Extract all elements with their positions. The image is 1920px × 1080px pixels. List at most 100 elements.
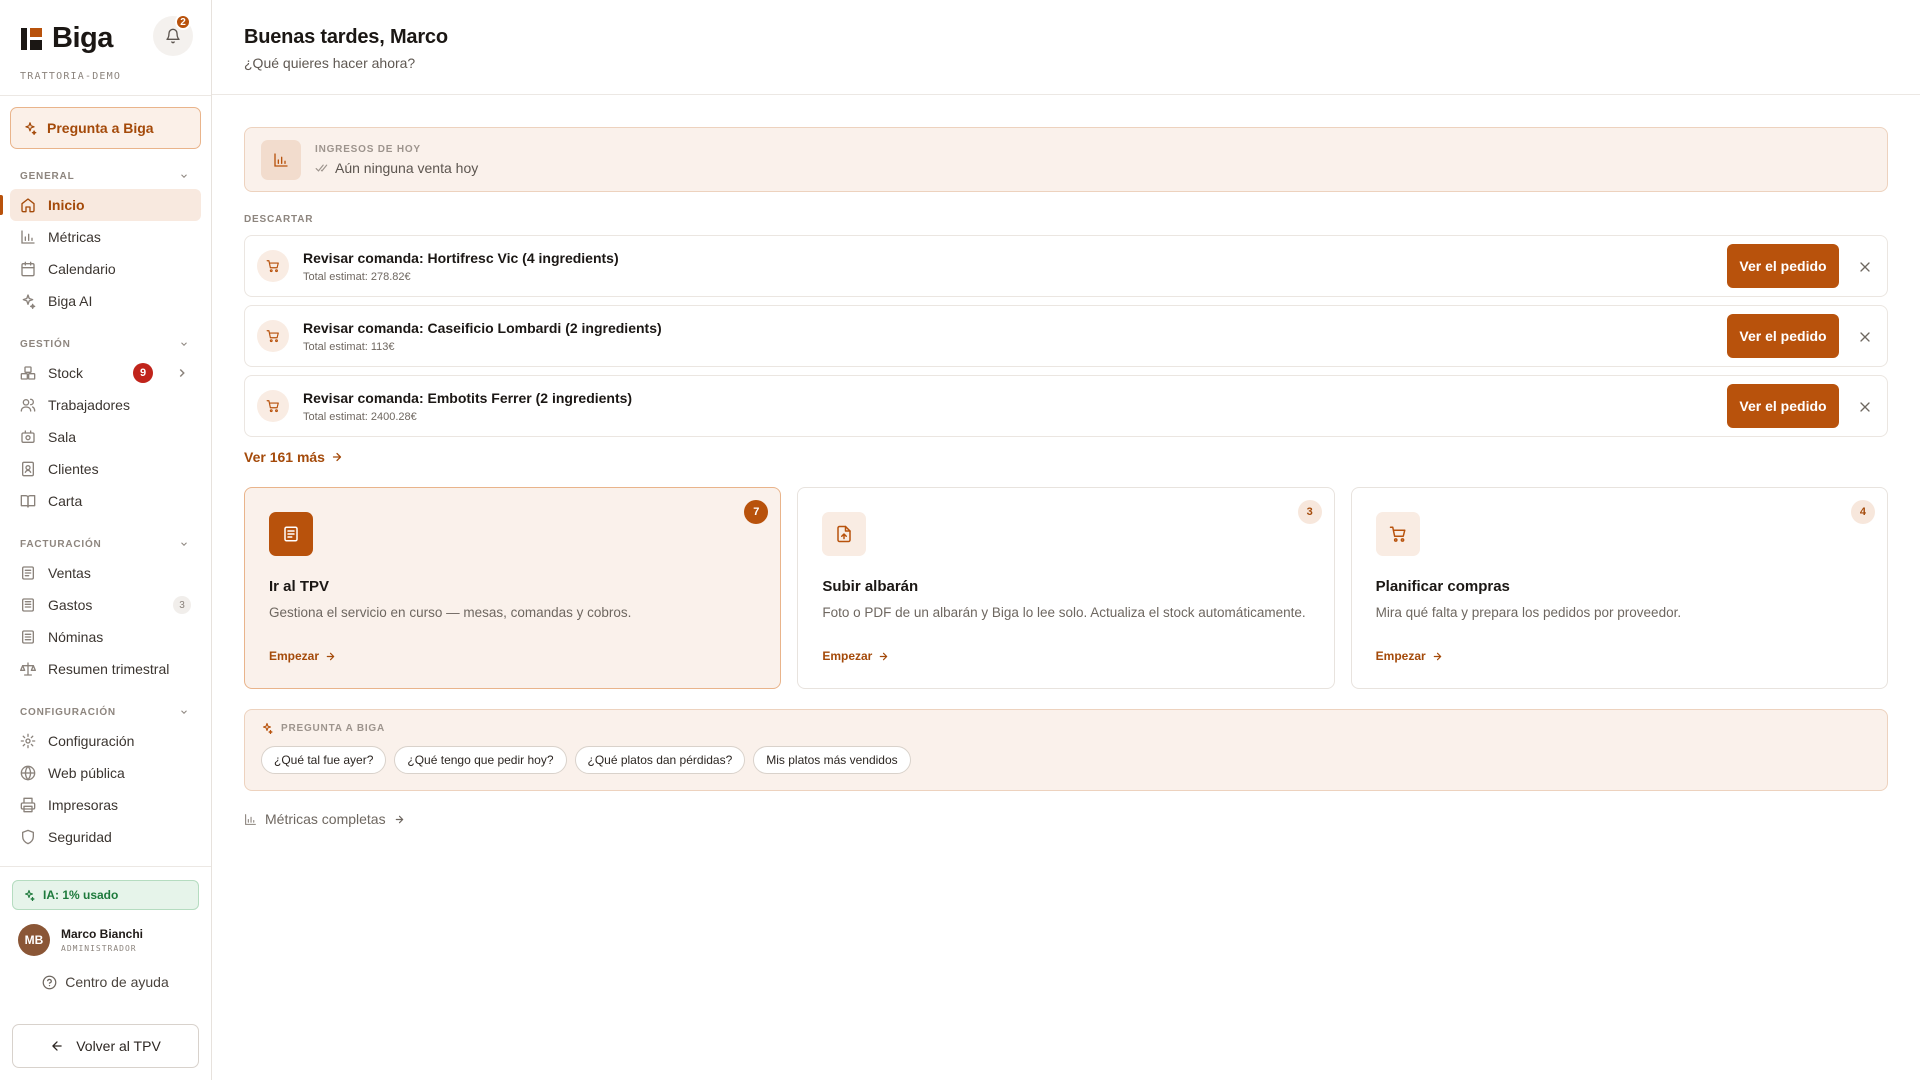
card-start-link[interactable]: Empezar xyxy=(269,649,336,663)
sidebar-item-nominas[interactable]: Nóminas xyxy=(10,621,201,653)
close-icon[interactable] xyxy=(1857,399,1873,415)
gastos-count-badge: 3 xyxy=(173,596,191,614)
user-name: Marco Bianchi xyxy=(61,927,144,941)
full-metrics-label: Métricas completas xyxy=(265,811,386,827)
dismiss-all-button[interactable]: DESCARTAR xyxy=(244,214,313,225)
sidebar-item-label: Web pública xyxy=(48,765,125,781)
boxes-icon xyxy=(20,366,36,380)
chevron-down-icon xyxy=(181,710,187,714)
user-role: ADMINISTRADOR xyxy=(61,944,137,953)
check-check-icon xyxy=(315,164,328,172)
card-icon-box xyxy=(269,512,313,556)
view-order-button[interactable]: Ver el pedido xyxy=(1727,384,1839,428)
view-order-button[interactable]: Ver el pedido xyxy=(1727,244,1839,288)
card-start-label: Empezar xyxy=(269,649,320,663)
nav-group-general[interactable]: GENERAL xyxy=(0,169,211,183)
notifications-button[interactable]: 2 xyxy=(153,14,193,56)
quick-actions: 7 Ir al TPV Gestiona el servicio en curs… xyxy=(244,487,1888,689)
nav-group-title: CONFIGURACIÓN xyxy=(20,706,116,718)
suggestion-chip[interactable]: ¿Qué platos dan pérdidas? xyxy=(574,746,746,774)
suggestion-chip[interactable]: ¿Qué tengo que pedir hoy? xyxy=(394,746,567,774)
sidebar-item-label: Impresoras xyxy=(48,797,119,813)
bar-chart-icon xyxy=(245,813,256,825)
arrow-right-icon xyxy=(1433,652,1441,660)
document-icon xyxy=(284,526,298,542)
task-row: Revisar comanda: Embotits Ferrer (2 ingr… xyxy=(244,375,1888,437)
suggestion-chip[interactable]: ¿Qué tal fue ayer? xyxy=(261,746,387,774)
card-start-link[interactable]: Empezar xyxy=(822,649,889,663)
help-center-label: Centro de ayuda xyxy=(65,974,169,990)
sidebar-item-stock[interactable]: Stock 9 xyxy=(10,357,201,389)
action-card-tpv[interactable]: 7 Ir al TPV Gestiona el servicio en curs… xyxy=(244,487,782,689)
back-to-tpv-label: Volver al TPV xyxy=(76,1038,161,1054)
view-order-button[interactable]: Ver el pedido xyxy=(1727,314,1839,358)
metrics-link-row: Métricas completas xyxy=(244,791,1888,831)
suggestion-chip[interactable]: Mis platos más vendidos xyxy=(753,746,911,774)
sidebar-item-carta[interactable]: Carta xyxy=(10,485,201,517)
nav-group-configuracion[interactable]: CONFIGURACIÓN xyxy=(0,705,211,719)
sidebar-item-seguridad[interactable]: Seguridad xyxy=(10,821,201,853)
card-icon-box xyxy=(1375,512,1420,556)
action-card-plan-purchases[interactable]: 4 Planificar compras Mira qué falta y pr… xyxy=(1350,487,1888,689)
sidebar-item-sala[interactable]: Sala xyxy=(10,421,201,453)
help-center-link[interactable]: Centro de ayuda xyxy=(0,974,211,990)
card-start-label: Empezar xyxy=(822,649,873,663)
page-subtitle: ¿Qué quieres hacer ahora? xyxy=(244,55,416,71)
sidebar-item-clientes[interactable]: Clientes xyxy=(10,453,201,485)
see-more-label: Ver 161 más xyxy=(244,449,325,465)
sparkles-icon xyxy=(22,294,36,309)
full-metrics-link[interactable]: Métricas completas xyxy=(244,811,405,827)
card-icon-box xyxy=(822,512,867,556)
sidebar-item-configuracion[interactable]: Configuración xyxy=(10,725,201,757)
sparkles-icon xyxy=(262,722,273,734)
user-profile[interactable]: MB Marco Bianchi ADMINISTRADOR xyxy=(18,924,211,956)
sidebar-item-label: Biga AI xyxy=(48,293,93,309)
close-icon[interactable] xyxy=(1857,329,1873,345)
org-name: TRATTORIA-DEMO xyxy=(20,71,122,82)
home-icon xyxy=(21,198,35,213)
card-start-label: Empezar xyxy=(1375,649,1426,663)
sidebar-item-biga-ai[interactable]: Biga AI xyxy=(10,285,201,317)
sidebar-item-label: Ventas xyxy=(48,565,91,581)
chevron-right-icon[interactable] xyxy=(175,366,189,380)
sidebar-item-metricas[interactable]: Métricas xyxy=(10,221,201,253)
task-icon-box xyxy=(257,250,289,282)
sidebar-item-resumen-trimestral[interactable]: Resumen trimestral xyxy=(10,653,201,685)
invoice-icon xyxy=(22,598,34,612)
close-icon[interactable] xyxy=(1857,259,1873,275)
task-title: Revisar comanda: Embotits Ferrer (2 ingr… xyxy=(303,389,633,406)
sidebar-item-calendario[interactable]: Calendario xyxy=(10,253,201,285)
sidebar-item-label: Sala xyxy=(48,429,77,445)
sidebar-item-ventas[interactable]: Ventas xyxy=(10,557,201,589)
task-title: Revisar comanda: Hortifresc Vic (4 ingre… xyxy=(303,249,619,266)
book-icon xyxy=(20,495,36,508)
sidebar-item-label: Trabajadores xyxy=(48,397,130,413)
back-to-tpv-button[interactable]: Volver al TPV xyxy=(12,1024,199,1068)
nav-group-gestion[interactable]: GESTIÓN xyxy=(0,337,211,351)
see-more-row: Ver 161 más xyxy=(244,437,1888,467)
page-header: Buenas tardes, Marco ¿Qué quieres hacer … xyxy=(212,0,1920,95)
card-count-badge: 7 xyxy=(744,500,769,524)
globe-icon xyxy=(20,765,36,781)
task-icon-box xyxy=(257,390,289,422)
revenue-value-text: Aún ninguna venta hoy xyxy=(335,159,479,176)
dashboard: INGRESOS DE HOY Aún ninguna venta hoy DE… xyxy=(212,95,1920,831)
ask-biga-button[interactable]: Pregunta a Biga xyxy=(10,107,201,149)
ai-usage-badge[interactable]: IA: 1% usado xyxy=(12,880,199,910)
card-start-link[interactable]: Empezar xyxy=(1376,649,1443,663)
sidebar-item-impresoras[interactable]: Impresoras xyxy=(10,789,201,821)
revenue-icon-box xyxy=(261,139,301,180)
revenue-card[interactable]: INGRESOS DE HOY Aún ninguna venta hoy xyxy=(244,127,1888,192)
sidebar-item-gastos[interactable]: Gastos 3 xyxy=(10,589,201,621)
chevron-down-icon xyxy=(181,542,187,546)
shield-icon xyxy=(22,829,34,845)
nav-group-title: GESTIÓN xyxy=(20,338,71,350)
task-title: Revisar comanda: Caseificio Lombardi (2 … xyxy=(303,319,662,336)
action-card-upload-albaran[interactable]: 3 Subir albarán Foto o PDF de un albarán… xyxy=(797,487,1335,689)
revenue-label: INGRESOS DE HOY xyxy=(315,143,421,155)
nav-group-facturacion[interactable]: FACTURACIÓN xyxy=(0,537,211,551)
sidebar-item-inicio[interactable]: Inicio xyxy=(0,189,201,221)
sidebar-item-web-publica[interactable]: Web pública xyxy=(10,757,201,789)
see-more-link[interactable]: Ver 161 más xyxy=(244,449,343,465)
sidebar-item-trabajadores[interactable]: Trabajadores xyxy=(10,389,201,421)
